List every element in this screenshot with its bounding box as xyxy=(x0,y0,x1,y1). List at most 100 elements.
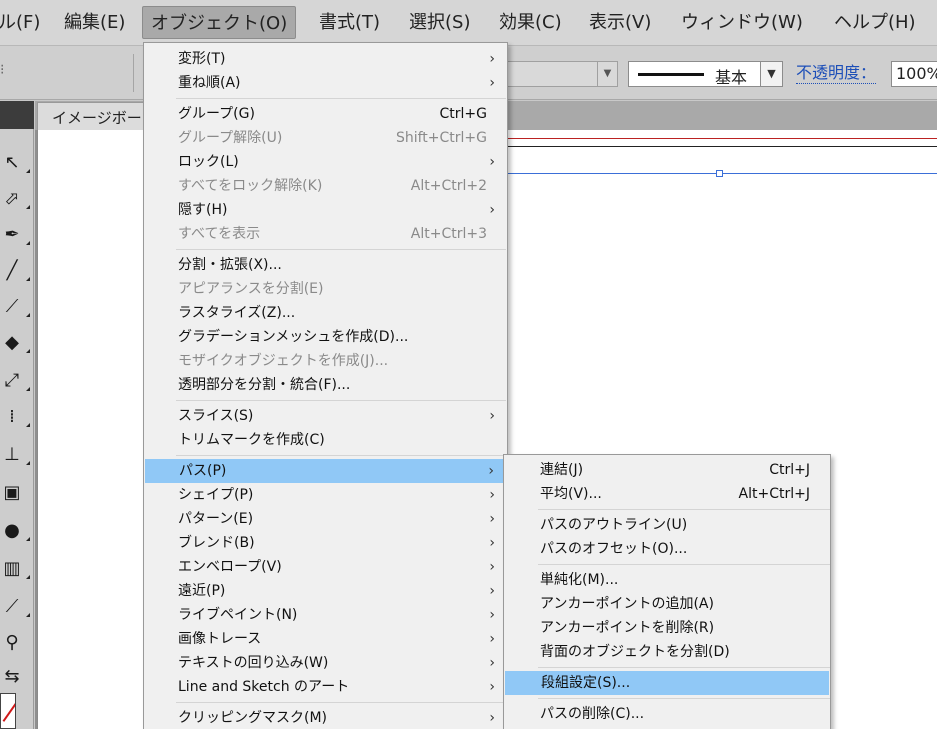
path-submenu-item-6[interactable]: 単純化(M)... xyxy=(504,568,830,592)
object-menu-item-12[interactable]: ラスタライズ(Z)... xyxy=(144,301,507,325)
object-menu-item-31[interactable]: クリッピングマスク(M) › xyxy=(144,706,507,729)
menu-item-shortcut: Ctrl+J xyxy=(769,462,810,478)
menu-item-label: パターン(E) xyxy=(178,511,254,527)
menu-item-shortcut: Alt+Ctrl+2 xyxy=(410,178,487,194)
path-submenu-item-7[interactable]: アンカーポイントの追加(A) xyxy=(504,592,830,616)
menu-select[interactable]: 選択(S) xyxy=(401,6,478,39)
object-menu-item-1[interactable]: 重ね順(A) › xyxy=(144,71,507,95)
object-menu-item-4[interactable]: グループ解除(U) Shift+Ctrl+G xyxy=(144,126,507,150)
chevron-right-icon: › xyxy=(489,559,495,575)
menu-separator xyxy=(176,249,506,250)
path-submenu-item-9[interactable]: 背面のオブジェクトを分割(D) xyxy=(504,640,830,664)
menu-item-label: Line and Sketch のアート xyxy=(178,679,350,695)
zoom-tool-icon[interactable]: ⚲ xyxy=(0,629,24,657)
menu-item-label: アンカーポイントの追加(A) xyxy=(540,596,714,612)
eraser-tool-icon[interactable]: ◆ xyxy=(0,329,30,357)
style-dropdown[interactable]: ▼ xyxy=(500,61,618,87)
object-menu-item-22[interactable]: パターン(E) › xyxy=(144,507,507,531)
menu-window[interactable]: ウィンドウ(W) xyxy=(673,6,811,39)
menu-item-label: ライブペイント(N) xyxy=(178,607,298,623)
menu-separator xyxy=(538,698,830,699)
menu-edit[interactable]: 編集(E) xyxy=(56,6,133,39)
object-menu-item-28[interactable]: テキストの回り込み(W) › xyxy=(144,651,507,675)
object-menu-item-11[interactable]: アピアランスを分割(E) xyxy=(144,277,507,301)
free-transform-tool-icon[interactable]: ⁞ xyxy=(0,403,30,431)
menu-separator xyxy=(176,702,506,703)
menu-item-label: パスのオフセット(O)... xyxy=(540,541,688,557)
object-menu-item-24[interactable]: エンベロープ(V) › xyxy=(144,555,507,579)
object-menu-item-26[interactable]: ライブペイント(N) › xyxy=(144,603,507,627)
path-submenu-item-4[interactable]: パスのオフセット(O)... xyxy=(504,537,830,561)
menu-item-label: クリッピングマスク(M) xyxy=(178,710,328,726)
eyedropper-tool-icon[interactable]: ⟋ xyxy=(0,593,30,621)
menu-item-label: ロック(L) xyxy=(178,154,239,170)
object-menu-item-5[interactable]: ロック(L) › xyxy=(144,150,507,174)
tools-panel-header[interactable] xyxy=(0,101,34,129)
path-submenu-item-11[interactable]: 段組設定(S)... xyxy=(505,671,829,695)
menu-item-label: モザイクオブジェクトを作成(J)... xyxy=(178,353,389,369)
path-submenu-item-1[interactable]: 平均(V)... Alt+Ctrl+J xyxy=(504,482,830,506)
graph-tool-icon[interactable]: ▥ xyxy=(0,555,30,583)
menu-type[interactable]: 書式(T) xyxy=(311,6,388,39)
chevron-right-icon: › xyxy=(489,583,495,599)
pen-tool-icon[interactable]: ✒ xyxy=(0,221,30,249)
menu-view[interactable]: 表示(V) xyxy=(581,6,659,39)
object-menu-item-0[interactable]: 変形(T) › xyxy=(144,47,507,71)
menu-item-shortcut: Alt+Ctrl+J xyxy=(738,486,810,502)
path-submenu-item-0[interactable]: 連結(J) Ctrl+J xyxy=(504,458,830,482)
menu-item-label: トリムマークを作成(C) xyxy=(178,432,325,448)
object-menu-item-3[interactable]: グループ(G) Ctrl+G xyxy=(144,102,507,126)
fill-stroke-swatch[interactable] xyxy=(0,693,16,729)
menu-item-label: グラデーションメッシュを作成(D)... xyxy=(178,329,409,345)
menu-item-label: 隠す(H) xyxy=(178,202,228,218)
path-submenu-item-3[interactable]: パスのアウトライン(U) xyxy=(504,513,830,537)
object-menu-item-18[interactable]: トリムマークを作成(C) xyxy=(144,428,507,452)
dropdown-arrow-icon[interactable]: ▼ xyxy=(597,62,617,86)
bleed-guide xyxy=(508,138,937,139)
object-menu-item-25[interactable]: 遠近(P) › xyxy=(144,579,507,603)
object-menu-item-21[interactable]: シェイプ(P) › xyxy=(144,483,507,507)
menu-effect[interactable]: 効果(C) xyxy=(491,6,570,39)
anchor-handle[interactable] xyxy=(716,170,723,177)
grip-icon[interactable]: ⁝ xyxy=(0,62,4,78)
stroke-profile-dropdown[interactable]: 基本 ▼ xyxy=(628,61,783,87)
opacity-input[interactable]: 100% xyxy=(891,61,937,87)
object-menu-item-7[interactable]: 隠す(H) › xyxy=(144,198,507,222)
path-submenu-item-13[interactable]: パスの削除(C)... xyxy=(504,702,830,726)
object-menu-item-13[interactable]: グラデーションメッシュを作成(D)... xyxy=(144,325,507,349)
dropdown-arrow-icon[interactable]: ▼ xyxy=(760,62,782,86)
artboard-edge xyxy=(508,146,937,147)
direct-selection-tool-icon[interactable]: ↖ xyxy=(0,149,30,177)
scale-tool-icon[interactable]: ⤢ xyxy=(0,367,30,395)
object-menu-item-27[interactable]: 画像トレース › xyxy=(144,627,507,651)
menu-file[interactable]: ル(F) xyxy=(0,6,48,39)
object-menu-item-14[interactable]: モザイクオブジェクトを作成(J)... xyxy=(144,349,507,373)
object-menu-item-15[interactable]: 透明部分を分割・統合(F)... xyxy=(144,373,507,397)
group-selection-tool-icon[interactable]: ⬀ xyxy=(0,185,30,213)
object-menu-item-17[interactable]: スライス(S) › xyxy=(144,404,507,428)
opacity-link[interactable]: 不透明度： xyxy=(796,63,877,84)
menu-item-label: すべてをロック解除(K) xyxy=(178,178,323,194)
object-menu-item-20[interactable]: パス(P) › xyxy=(145,459,506,483)
chevron-right-icon: › xyxy=(489,710,495,726)
menu-object[interactable]: オブジェクト(O) xyxy=(142,6,297,39)
chevron-right-icon: › xyxy=(489,51,495,67)
menu-item-label: アンカーポイントを削除(R) xyxy=(540,620,715,636)
path-submenu-item-8[interactable]: アンカーポイントを削除(R) xyxy=(504,616,830,640)
menu-item-shortcut: Alt+Ctrl+3 xyxy=(410,226,487,242)
object-menu-item-8[interactable]: すべてを表示 Alt+Ctrl+3 xyxy=(144,222,507,246)
line-tool-icon[interactable]: ╱ xyxy=(0,257,30,285)
paintbrush-tool-icon[interactable]: ⟋ xyxy=(0,293,30,321)
object-menu-item-23[interactable]: ブレンド(B) › xyxy=(144,531,507,555)
gradient-tool-icon[interactable]: ▣ xyxy=(0,479,24,507)
object-menu-item-29[interactable]: Line and Sketch のアート › xyxy=(144,675,507,699)
menu-separator xyxy=(176,455,506,456)
menu-help[interactable]: ヘルプ(H) xyxy=(826,6,924,39)
swap-colors-icon[interactable]: ⇆ xyxy=(0,663,24,691)
object-menu-item-10[interactable]: 分割・拡張(X)... xyxy=(144,253,507,277)
shape-builder-tool-icon[interactable]: ⊥ xyxy=(0,441,30,469)
menu-item-label: すべてを表示 xyxy=(178,226,261,242)
object-menu-item-6[interactable]: すべてをロック解除(K) Alt+Ctrl+2 xyxy=(144,174,507,198)
document-tab[interactable]: イメージボード xyxy=(37,102,155,130)
blend-tool-icon[interactable]: ● xyxy=(0,517,30,545)
